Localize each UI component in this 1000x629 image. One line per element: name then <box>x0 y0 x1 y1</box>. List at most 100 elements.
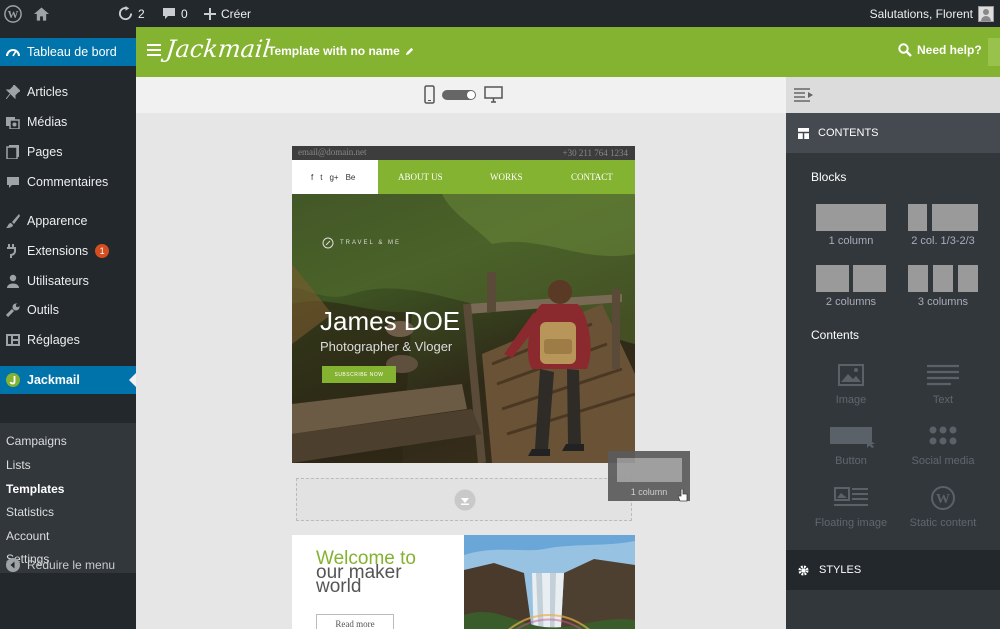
welcome-section: Welcome to our maker world Read more <box>292 535 635 629</box>
sidebar-item-label: Réduire le menu <box>27 558 116 572</box>
search-icon <box>898 43 912 57</box>
sidebar-item-label: Outils <box>27 303 59 317</box>
sidebar-item-label: Médias <box>27 115 68 129</box>
mobile-view-icon[interactable] <box>424 85 435 104</box>
account-menu[interactable]: Salutations, Florent <box>870 0 994 27</box>
nav-contact[interactable]: CONTACT <box>571 172 613 182</box>
travel-text: TRAVEL & ME <box>340 240 402 246</box>
nav-about[interactable]: ABOUT US <box>398 172 443 182</box>
nav-works[interactable]: WORKS <box>490 172 523 182</box>
sidebar-item-dashboard[interactable]: Tableau de bord <box>0 38 136 66</box>
view-toggle[interactable] <box>442 90 476 100</box>
tab-styles[interactable]: STYLES <box>786 550 1000 590</box>
submenu-lists[interactable]: Lists <box>6 458 31 472</box>
content-label: Floating image <box>814 517 888 529</box>
sidebar-item-extensions[interactable]: Extensions 1 <box>0 237 136 265</box>
collapse-panel-icon[interactable] <box>794 88 814 102</box>
tab-contents[interactable]: CONTENTS <box>786 113 1000 153</box>
preheader-phone: +30 211 764 1234 <box>562 148 629 158</box>
admin-bar: W 2 0 Créer Salutations, Florent <box>0 0 1000 27</box>
sidebar-item-pages[interactable]: Pages <box>0 138 136 166</box>
plugin-icon <box>7 244 16 258</box>
admin-sidebar: Tableau de bord Articles Médias Pages Co… <box>0 27 136 629</box>
sidebar-item-label: Réglages <box>27 333 80 347</box>
plus-icon <box>204 7 216 20</box>
sidebar-item-tools[interactable]: Outils <box>0 296 136 324</box>
hand-cursor-icon <box>678 489 688 502</box>
googleplus-icon[interactable]: g+ <box>329 173 338 182</box>
email-preheader: email@domain.net +30 211 764 1234 <box>292 146 635 160</box>
comments-link[interactable]: 0 <box>162 0 188 27</box>
right-panel: CONTENTS Blocks 1 column 2 col. 1/3-2/3 … <box>786 77 1000 629</box>
jackmail-icon <box>6 373 20 387</box>
pencil-icon <box>405 47 413 55</box>
hamburger-menu-icon[interactable] <box>147 44 161 56</box>
drop-zone[interactable] <box>296 478 632 521</box>
hero-subtitle: Photographer & Vloger <box>320 339 453 354</box>
floating-image-icon <box>834 487 868 506</box>
subscribe-button[interactable]: SUBSCRIBE NOW <box>322 366 396 383</box>
sidebar-item-articles[interactable]: Articles <box>0 78 136 106</box>
help-link[interactable]: Need help? <box>898 43 982 57</box>
welcome-line3: world <box>316 576 362 597</box>
submenu-campaigns[interactable]: Campaigns <box>6 434 67 448</box>
sidebar-item-medias[interactable]: Médias <box>0 108 136 136</box>
image-icon <box>838 364 864 386</box>
submenu-statistics[interactable]: Statistics <box>6 505 54 519</box>
jackmail-logo: Jackmail <box>164 35 272 63</box>
home-icon[interactable] <box>34 0 49 27</box>
sidebar-item-label: Apparence <box>27 214 88 228</box>
block-label: 3 columns <box>917 296 969 308</box>
tab-contents-label: CONTENTS <box>818 127 879 139</box>
drop-arrow-icon <box>454 489 476 511</box>
new-content-link[interactable]: Créer <box>204 0 251 27</box>
sidebar-item-appearance[interactable]: Apparence <box>0 207 136 235</box>
panel-toggle-bar <box>786 77 1000 113</box>
behance-icon[interactable]: Be <box>346 173 356 182</box>
content-label: Static content <box>909 517 977 529</box>
users-icon <box>7 274 19 288</box>
grid-icon <box>798 127 809 139</box>
sidebar-item-jackmail[interactable]: Jackmail <box>0 366 136 394</box>
refresh-icon <box>118 6 133 21</box>
content-label: Social media <box>911 455 975 467</box>
dragged-block[interactable]: 1 column <box>608 451 690 502</box>
submenu-templates[interactable]: Templates <box>6 482 64 496</box>
sidebar-item-label: Extensions <box>27 244 89 258</box>
email-nav: ABOUT US WORKS CONTACT <box>378 160 635 194</box>
header-action-button[interactable] <box>988 38 1000 66</box>
blocks-title: Blocks <box>811 170 847 184</box>
travel-tagline: TRAVEL & ME <box>322 237 401 249</box>
sidebar-item-label: Jackmail <box>27 373 80 387</box>
facebook-icon[interactable]: f <box>311 173 313 182</box>
updates-count: 2 <box>138 6 145 21</box>
sidebar-item-comments[interactable]: Commentaires <box>0 168 136 196</box>
read-more-button[interactable]: Read more <box>316 614 394 629</box>
text-icon <box>927 364 959 386</box>
wordpress-logo-icon[interactable]: W <box>4 0 22 27</box>
template-name[interactable]: Template with no name <box>268 44 414 58</box>
sidebar-item-settings[interactable]: Réglages <box>0 326 136 354</box>
collapse-arrow-icon <box>6 558 20 572</box>
content-label: Button <box>835 455 867 467</box>
sidebar-item-label: Pages <box>27 145 63 159</box>
content-label: Text <box>932 394 954 406</box>
comment-icon <box>163 8 175 19</box>
updates-link[interactable]: 2 <box>118 0 145 27</box>
wordpress-icon: W <box>931 486 955 510</box>
template-name-text: Template with no name <box>268 44 400 58</box>
block-label: 2 columns <box>825 296 877 308</box>
settings-icon <box>6 334 20 346</box>
collapse-menu-button[interactable]: Réduire le menu <box>0 551 136 579</box>
wrench-icon <box>6 303 20 317</box>
sidebar-item-users[interactable]: Utilisateurs <box>0 267 136 295</box>
desktop-view-icon[interactable] <box>484 86 503 103</box>
email-header: f t g+ Be ABOUT US WORKS CONTACT <box>292 160 635 194</box>
avatar <box>978 5 994 22</box>
preview-toolbar <box>136 77 786 113</box>
twitter-icon[interactable]: t <box>320 173 322 182</box>
submenu-account[interactable]: Account <box>6 529 49 543</box>
contents-title: Contents <box>811 328 860 342</box>
paintbrush-icon <box>6 214 20 228</box>
hero-image: TRAVEL & ME James DOE Photographer & Vlo… <box>292 194 635 463</box>
